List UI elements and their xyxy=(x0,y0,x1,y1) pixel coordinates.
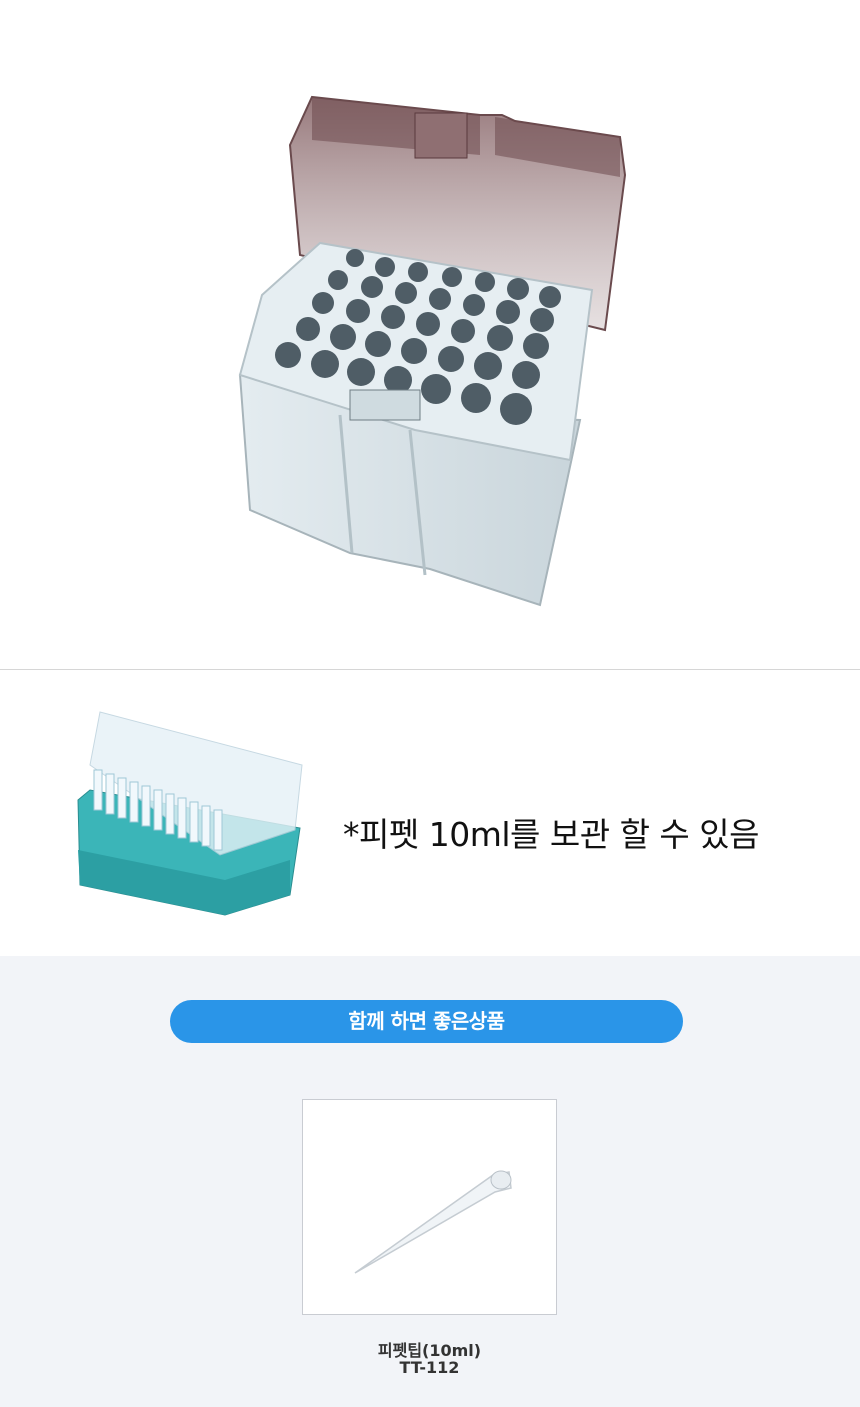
pipette-tip-box-with-open-smoke-lid-icon xyxy=(238,95,627,607)
feature-section: *피펫 10ml를 보관 할 수 있음 xyxy=(0,670,860,956)
product-card[interactable] xyxy=(302,1099,557,1315)
blue-pipette-tip-rack-icon xyxy=(77,711,303,916)
pipette-tip-icon xyxy=(354,1170,512,1274)
product-code: TT-112 xyxy=(399,1358,460,1377)
hero-product-section xyxy=(0,0,860,670)
related-products-section: 함께 하면 좋은상품 피펫팁(10ml) TT-112 xyxy=(0,956,860,1407)
related-products-heading: 함께 하면 좋은상품 xyxy=(170,1000,683,1043)
feature-description: *피펫 10ml를 보관 할 수 있음 xyxy=(343,815,760,854)
